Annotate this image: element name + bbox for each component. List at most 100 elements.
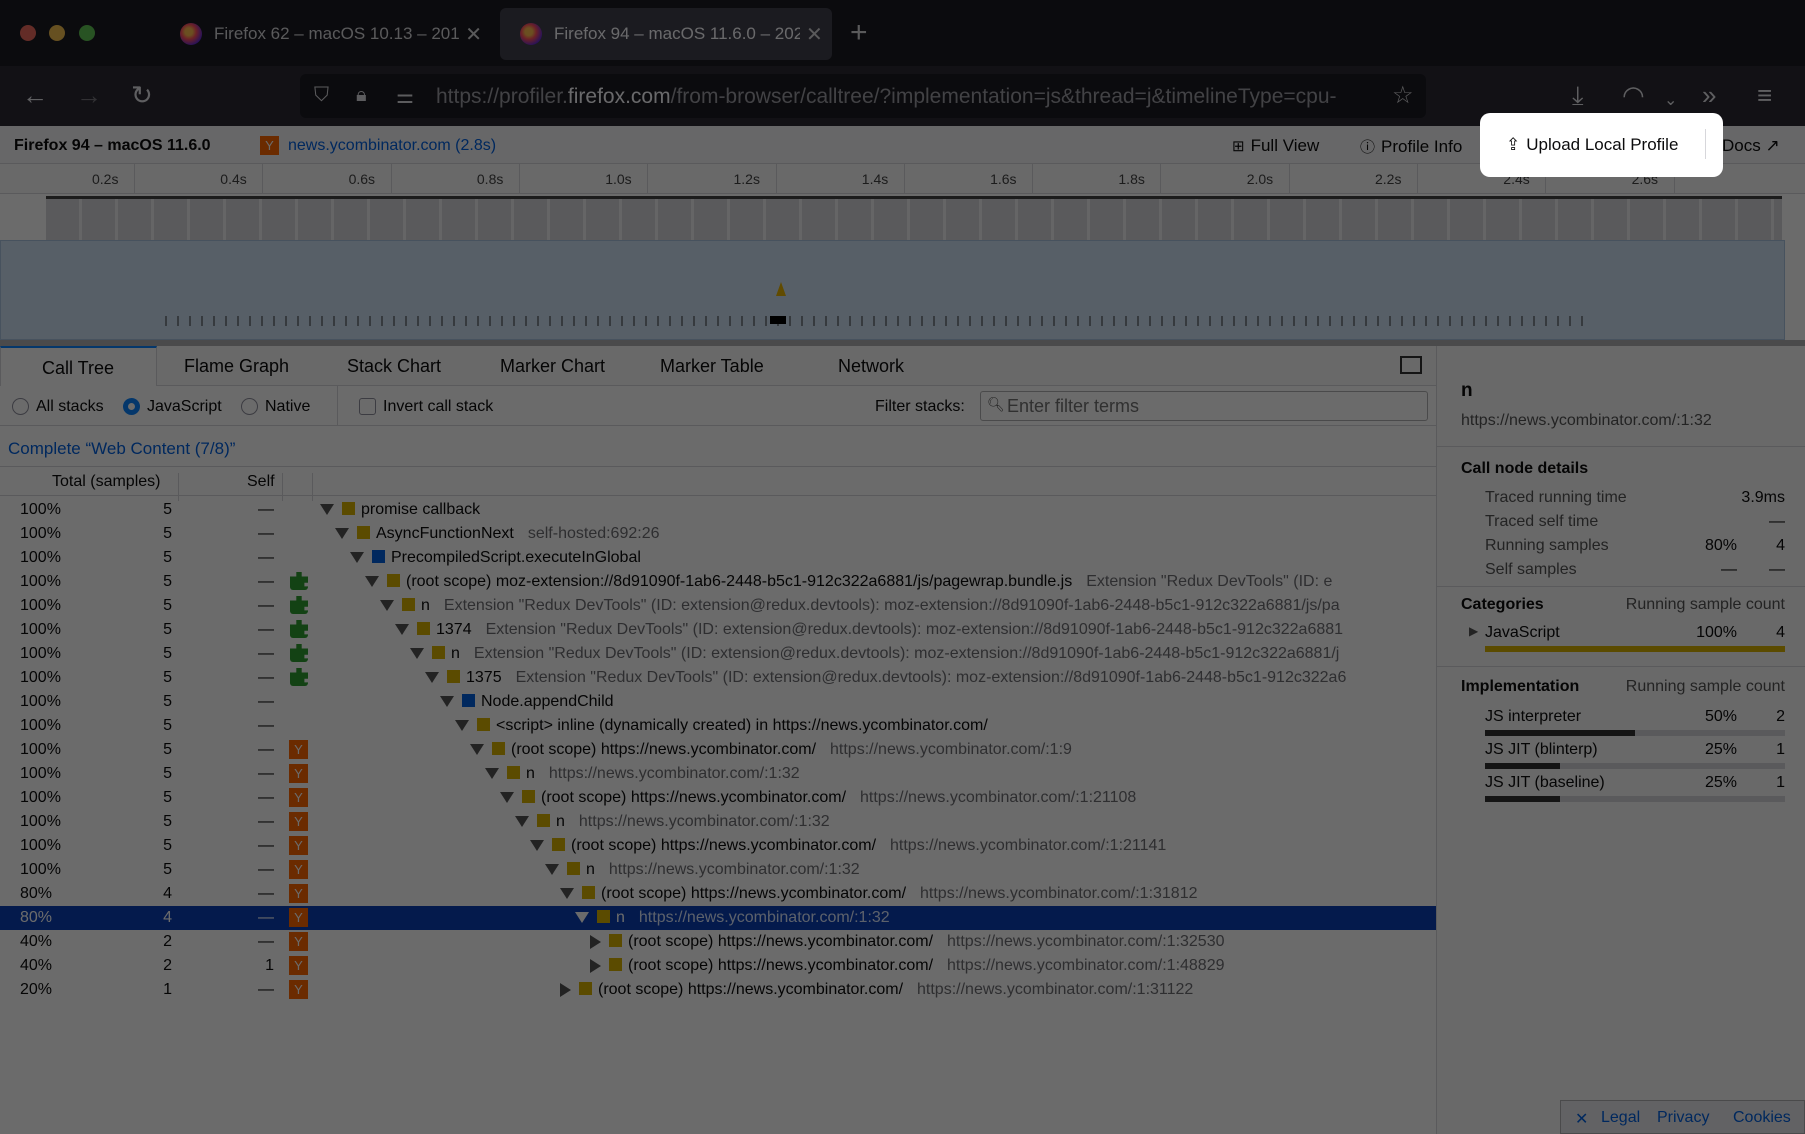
row-function[interactable]: (root scope) https://news.ycombinator.co… [530,837,1166,855]
table-row[interactable]: 100% 5 — 1374 Extension "Redux DevTools" (ID… [0,618,1436,642]
radio-native[interactable] [241,398,258,415]
tab-filter-link[interactable]: news.ycombinator.com (2.8s) [288,137,496,155]
row-function[interactable]: (root scope) https://news.ycombinator.co… [470,741,1072,759]
row-function[interactable]: n Extension "Redux DevTools" (ID: extensi… [410,645,1339,663]
table-row[interactable]: 100% 5 — <script> inline (dynamically creat… [0,714,1436,738]
row-function[interactable]: <script> inline (dynamically created) in… [455,717,1002,735]
collapse-triangle-icon[interactable] [485,768,499,780]
expand-triangle-icon[interactable] [590,958,601,973]
new-tab-plus-icon[interactable]: + [850,16,868,50]
collapse-triangle-icon[interactable] [410,648,424,660]
collapse-triangle-icon[interactable] [365,576,379,588]
window-close-button[interactable] [20,25,36,41]
table-row[interactable]: 40% 2 1 Y (root scope) https://news.ycombina… [0,954,1436,978]
collapse-triangle-icon[interactable] [335,528,349,540]
collapse-triangle-icon[interactable] [545,864,559,876]
row-function[interactable]: n https://news.ycombinator.com/:1:32 [485,765,800,783]
row-function[interactable]: 1374 Extension "Redux DevTools" (ID: exte… [395,621,1343,639]
table-row[interactable]: 100% 5 — Node.appendChild [0,690,1436,714]
collapse-triangle-icon[interactable] [395,624,409,636]
tab-call-tree[interactable]: Call Tree [0,346,157,386]
full-view-button[interactable]: ⊞ Full View [1232,136,1319,156]
lock-icon[interactable]: 🔒︎ [356,84,367,107]
table-row[interactable]: 100% 5 — Yn https://news.ycombinator.com/:1:… [0,810,1436,834]
footer-close-icon[interactable]: ✕ [1575,1109,1588,1129]
collapse-triangle-icon[interactable] [380,600,394,612]
reload-icon[interactable]: ↻ [131,80,153,110]
expand-triangle-icon[interactable] [590,934,601,949]
table-row[interactable]: 100% 5 — Y (root scope) https://news.ycombin… [0,738,1436,762]
row-function[interactable]: n https://news.ycombinator.com/:1:32 [515,813,830,831]
sidebar-toggle-icon[interactable] [1400,356,1422,374]
hamburger-menu-icon[interactable]: ≡ [1757,80,1772,110]
table-row[interactable]: 100% 5 — AsyncFunctionNext self-hosted:692:2… [0,522,1436,546]
breadcrumb[interactable]: Complete “Web Content (7/8)” [8,439,235,459]
browser-tab-firefox-94[interactable]: Firefox 94 – macOS 11.6.0 – 202 ✕ [500,8,832,60]
tab-marker-chart[interactable]: Marker Chart [480,346,625,386]
table-row[interactable]: 100% 5 — 1375 Extension "Redux DevTools" (ID… [0,666,1436,690]
collapse-triangle-icon[interactable] [515,816,529,828]
collapse-triangle-icon[interactable] [455,720,469,732]
row-function[interactable]: Node.appendChild [440,693,628,711]
invert-call-stack-label[interactable]: Invert call stack [383,398,493,416]
table-row[interactable]: 100% 5 — promise callback [0,498,1436,522]
row-function[interactable]: (root scope) https://news.ycombinator.co… [590,957,1225,975]
downloads-icon[interactable]: ⤓ [1572,80,1584,110]
native-label[interactable]: Native [265,398,310,416]
invert-call-stack-checkbox[interactable] [359,398,376,415]
collapse-triangle-icon[interactable] [350,552,364,564]
upload-local-profile-button[interactable]: ⇪ Upload Local Profile [1506,135,1678,155]
row-function[interactable]: (root scope) https://news.ycombinator.co… [500,789,1136,807]
overflow-chevrons-icon[interactable]: » [1702,80,1716,110]
tab-network[interactable]: Network [818,346,924,386]
window-zoom-button[interactable] [79,25,95,41]
browser-tab-firefox-62[interactable]: Firefox 62 – macOS 10.13 – 201 ✕ [160,8,482,60]
expand-triangle-icon[interactable]: ▶ [1469,624,1478,638]
tab-flame-graph[interactable]: Flame Graph [164,346,309,386]
profiler-button-icon[interactable]: ◠ [1622,80,1645,110]
table-row[interactable]: 40% 2 — Y (root scope) https://news.ycombina… [0,930,1436,954]
window-minimize-button[interactable] [49,25,65,41]
table-row[interactable]: 100% 5 — Yn https://news.ycombinator.com/:1:… [0,762,1436,786]
table-row[interactable]: 100% 5 — PrecompiledScript.executeInGlobal [0,546,1436,570]
table-row[interactable]: 100% 5 — (root scope) moz-extension://8d910… [0,570,1436,594]
table-row[interactable]: 100% 5 — n Extension "Redux DevTools" (ID: e… [0,594,1436,618]
tab-close-icon[interactable]: ✕ [806,22,823,47]
row-function[interactable]: (root scope) https://news.ycombinator.co… [560,885,1198,903]
upload-local-profile-highlight[interactable]: ⇪ Upload Local Profile [1480,113,1723,177]
collapse-triangle-icon[interactable] [575,912,589,924]
row-function[interactable]: (root scope) https://news.ycombinator.co… [590,933,1225,951]
shield-icon[interactable]: ⛉ [314,84,329,107]
docs-button[interactable]: Docs ↗ [1722,136,1780,156]
row-function[interactable]: AsyncFunctionNext self-hosted:692:26 [335,525,660,543]
collapse-triangle-icon[interactable] [425,672,439,684]
table-row[interactable]: 100% 5 — Y (root scope) https://news.ycombin… [0,834,1436,858]
url-text[interactable]: https://profiler.firefox.com/from-browse… [436,85,1376,109]
privacy-link[interactable]: Privacy [1657,1109,1709,1127]
row-function[interactable]: promise callback [320,501,494,519]
row-function[interactable]: 1375 Extension "Redux DevTools" (ID: exte… [425,669,1346,687]
row-function[interactable]: n https://news.ycombinator.com/:1:32 [575,909,890,927]
table-row[interactable]: 20% 1 — Y (root scope) https://news.ycombina… [0,978,1436,1002]
legal-link[interactable]: Legal [1601,1109,1640,1127]
profile-info-button[interactable]: ⓘ Profile Info [1360,136,1462,157]
cpu-activity-graph[interactable] [46,196,1782,240]
chevron-down-icon[interactable]: ⌄ [1664,86,1677,116]
tab-marker-table[interactable]: Marker Table [640,346,784,386]
all-stacks-label[interactable]: All stacks [36,398,104,416]
row-function[interactable]: n Extension "Redux DevTools" (ID: extensi… [380,597,1340,615]
javascript-label[interactable]: JavaScript [147,398,222,416]
selected-marker[interactable] [770,316,786,324]
table-row[interactable]: 80% 4 — Y (root scope) https://news.ycombina… [0,882,1436,906]
expand-triangle-icon[interactable] [560,982,571,997]
back-arrow-icon[interactable]: ← [22,80,48,110]
table-row[interactable]: 100% 5 — Y (root scope) https://news.ycombin… [0,786,1436,810]
collapse-triangle-icon[interactable] [470,744,484,756]
url-bar[interactable]: ⛉ 🔒︎ ⚌ https://profiler.firefox.com/from… [300,74,1426,118]
row-function[interactable]: (root scope) https://news.ycombinator.co… [560,981,1193,999]
tab-close-icon[interactable]: ✕ [465,22,482,47]
row-function[interactable]: n https://news.ycombinator.com/:1:32 [545,861,860,879]
tab-stack-chart[interactable]: Stack Chart [327,346,461,386]
permissions-icon[interactable]: ⚌ [396,84,414,109]
table-row[interactable]: 100% 5 — Yn https://news.ycombinator.com/:1:… [0,858,1436,882]
